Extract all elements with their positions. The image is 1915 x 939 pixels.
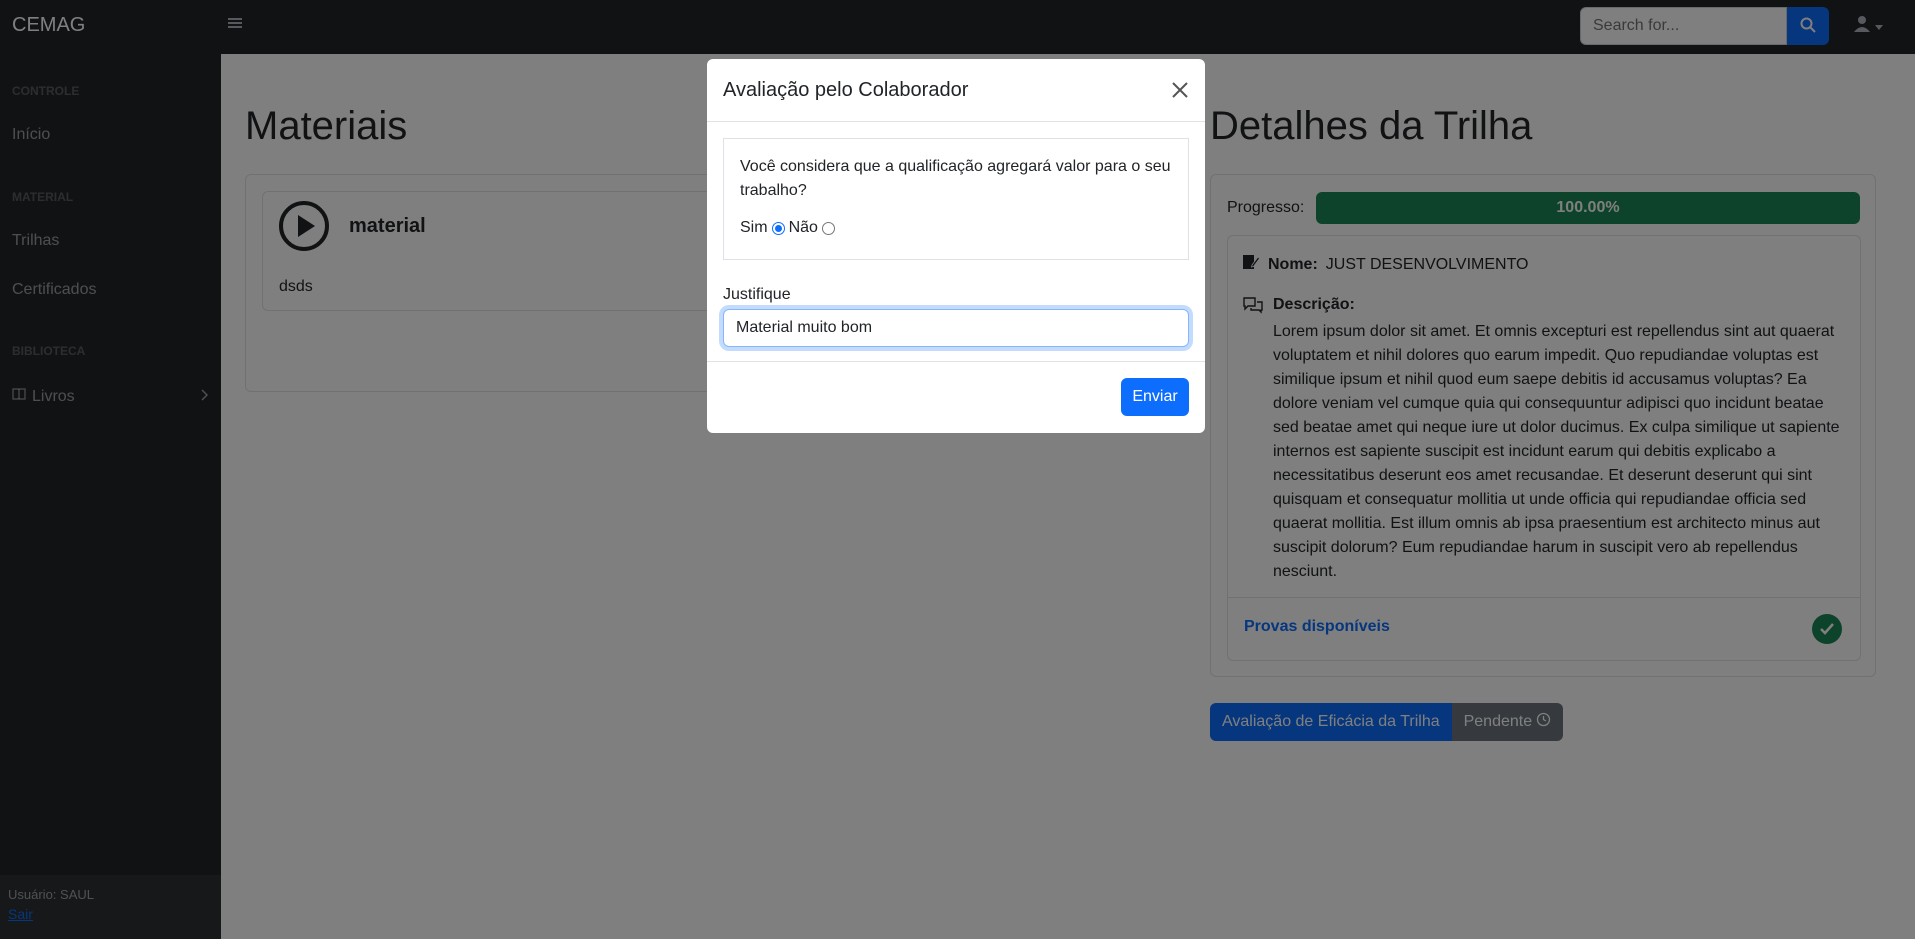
modal-title: Avaliação pelo Colaborador: [723, 79, 969, 101]
question-box: Você considera que a qualificação agrega…: [723, 138, 1189, 260]
option-yes-label: Sim: [740, 219, 768, 236]
answer-radio-group: Sim Não: [740, 219, 835, 237]
justify-input[interactable]: [723, 309, 1189, 347]
close-icon[interactable]: [1169, 79, 1191, 101]
modal-header: Avaliação pelo Colaborador: [707, 59, 1205, 122]
submit-button[interactable]: Enviar: [1121, 378, 1189, 416]
option-yes-radio[interactable]: [771, 221, 785, 235]
option-no-label: Não: [788, 219, 818, 236]
question-text: Você considera que a qualificação agrega…: [740, 158, 1171, 199]
option-no-radio[interactable]: [821, 221, 835, 235]
modal-footer: Enviar: [707, 361, 1205, 433]
justify-label: Justifique: [723, 286, 791, 303]
evaluation-modal: Avaliação pelo Colaborador Você consider…: [707, 59, 1205, 433]
